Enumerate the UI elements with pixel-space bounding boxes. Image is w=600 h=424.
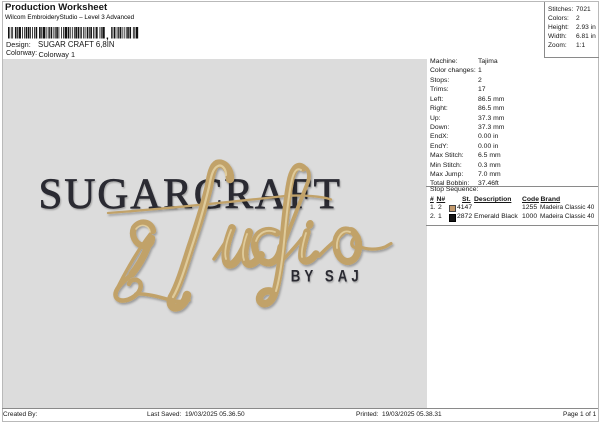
svg-text:BY SAJ: BY SAJ	[291, 267, 363, 286]
